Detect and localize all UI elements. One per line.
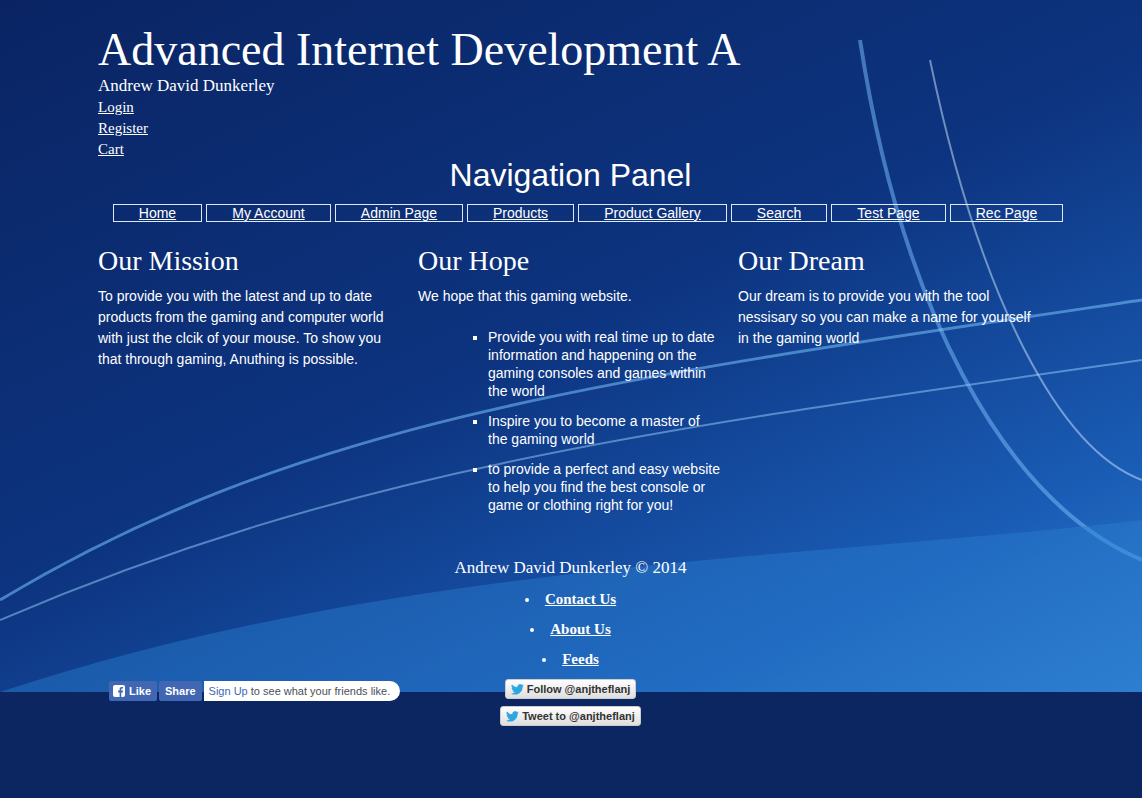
nav-item[interactable]: My Account [206, 204, 331, 222]
section-heading: Our Hope [418, 244, 738, 278]
footer-link[interactable]: Feeds [562, 651, 599, 667]
facebook-prompt: Sign Up to see what your friends like. [204, 681, 401, 701]
twitter-button[interactable]: Follow @anjtheflanj [505, 679, 637, 699]
navigation-panel: Navigation Panel HomeMy AccountAdmin Pag… [98, 160, 1043, 222]
facebook-icon [113, 685, 125, 697]
section-text: Our dream is to provide you with the too… [738, 286, 1038, 349]
bullet-item: to provide a perfect and easy website to… [488, 460, 720, 514]
nav-item[interactable]: Admin Page [335, 204, 463, 222]
bullet-item: Inspire you to become a master of the ga… [488, 412, 720, 448]
footer-link-item: Contact Us [98, 589, 1043, 609]
copyright: Andrew David Dunkerley © 2014 [98, 557, 1043, 579]
nav-item[interactable]: Product Gallery [578, 204, 727, 222]
content-columns: Our Mission To provide you with the late… [98, 244, 1043, 526]
footer-link-item: About Us [98, 619, 1043, 639]
section-text: To provide you with the latest and up to… [98, 286, 398, 370]
nav-item[interactable]: Search [731, 204, 827, 222]
content-section: Our Mission To provide you with the late… [98, 244, 418, 526]
nav-title: Navigation Panel [98, 160, 1043, 190]
site-title: Advanced Internet Development A [98, 25, 741, 75]
nav-item[interactable]: Test Page [831, 204, 946, 222]
footer-link[interactable]: Contact Us [545, 591, 616, 607]
content-section: Our Dream Our dream is to provide you wi… [738, 244, 1058, 526]
account-link[interactable]: Cart [98, 139, 124, 160]
twitter-bird-icon [511, 684, 524, 695]
twitter-buttons: Follow @anjtheflanj Tweet to @anjtheflan… [413, 679, 728, 726]
header: Advanced Internet Development A Andrew D… [98, 25, 1043, 160]
facebook-signup-link[interactable]: Sign Up [209, 685, 248, 697]
footer-link-item: Feeds [98, 649, 1043, 669]
nav-item[interactable]: Rec Page [950, 204, 1063, 222]
account-link[interactable]: Login [98, 97, 134, 118]
page: Advanced Internet Development A Andrew D… [98, 0, 1043, 726]
twitter-bird-icon [506, 711, 519, 722]
nav-item[interactable]: Home [113, 204, 202, 222]
content-section: Our Hope We hope that this gaming websit… [418, 244, 738, 526]
twitter-button[interactable]: Tweet to @anjtheflanj [500, 706, 641, 726]
section-heading: Our Dream [738, 244, 1058, 278]
footer-link[interactable]: About Us [550, 621, 610, 637]
social-row: Like Share Sign Up to see what your frie… [98, 679, 1043, 726]
section-text: We hope that this gaming website. [418, 286, 718, 307]
account-link[interactable]: Register [98, 118, 148, 139]
footer-links: Contact Us About Us Feeds [98, 589, 1043, 669]
author-name: Andrew David Dunkerley [98, 75, 275, 97]
nav-item[interactable]: Products [467, 204, 574, 222]
footer: Andrew David Dunkerley © 2014 Contact Us… [98, 557, 1043, 669]
facebook-widget: Like Share Sign Up to see what your frie… [98, 681, 413, 701]
nav-bar: HomeMy AccountAdmin PageProductsProduct … [113, 204, 1063, 222]
facebook-share-button[interactable]: Share [159, 681, 202, 701]
bullet-item: Provide you with real time up to date in… [488, 328, 720, 400]
facebook-like-button[interactable]: Like [109, 681, 157, 701]
section-heading: Our Mission [98, 244, 418, 278]
bullet-list: Provide you with real time up to date in… [418, 328, 720, 514]
